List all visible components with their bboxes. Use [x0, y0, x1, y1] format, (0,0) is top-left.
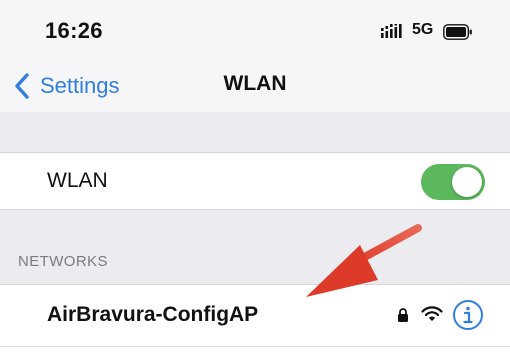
networks-section-header-area: NETWORKS: [0, 210, 510, 284]
wifi-icon: [421, 306, 443, 321]
battery-icon: [443, 24, 472, 40]
network-type-label: 5G: [412, 21, 434, 38]
cellular-signal-icon: [381, 24, 402, 38]
page-title: WLAN: [223, 72, 287, 95]
navigation-bar: Settings WLAN: [0, 62, 510, 112]
network-name: AirBravura-ConfigAP: [47, 303, 259, 326]
wlan-toggle-switch[interactable]: [421, 164, 485, 200]
section-spacer: [0, 112, 510, 152]
network-list-item[interactable]: AirBravura-ConfigAP: [0, 284, 510, 346]
wlan-toggle-label: WLAN: [47, 169, 108, 192]
info-icon[interactable]: [452, 299, 484, 331]
toggle-knob: [452, 167, 482, 197]
networks-section-header: NETWORKS: [18, 253, 108, 270]
next-row-edge: [0, 346, 510, 354]
lock-icon: [398, 308, 408, 322]
status-time: 16:26: [45, 18, 103, 43]
wlan-toggle-row: WLAN: [0, 152, 510, 210]
status-bar: 16:26 5G: [0, 0, 510, 62]
